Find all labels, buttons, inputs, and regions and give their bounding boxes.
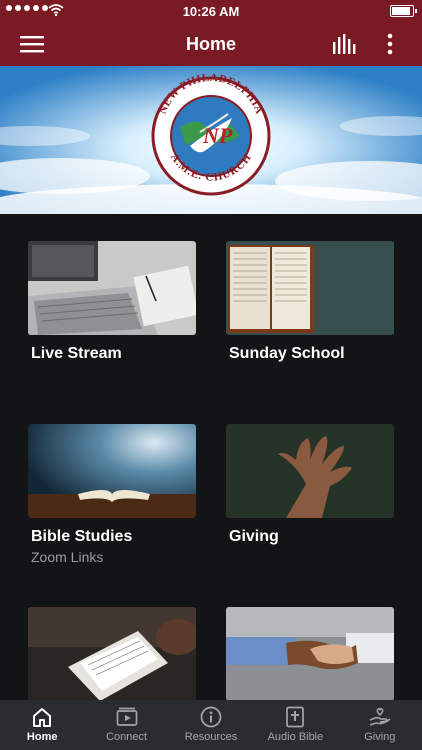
tile-giving[interactable]: Giving xyxy=(226,424,394,546)
tab-home[interactable]: Home xyxy=(0,700,84,750)
tile-handshake[interactable] xyxy=(226,607,394,711)
tab-connect[interactable]: Connect xyxy=(84,700,168,750)
battery-icon xyxy=(390,5,417,17)
tile-sunday-school[interactable]: Sunday School xyxy=(226,241,394,363)
tile-label: Bible Studies xyxy=(31,528,133,545)
tile-bible-reading[interactable] xyxy=(28,607,196,711)
glowing-book-photo xyxy=(28,424,196,518)
tile-live-stream[interactable]: Live Stream xyxy=(28,241,196,363)
stats-button[interactable] xyxy=(322,22,366,66)
handshake-photo xyxy=(226,607,394,701)
open-hand-photo xyxy=(226,424,394,518)
tab-label: Audio Bible xyxy=(267,731,324,743)
tab-label: Connect xyxy=(106,731,148,743)
open-bible-photo xyxy=(226,241,394,335)
info-icon xyxy=(200,706,222,728)
content-grid: Live Stream Sunday School Bible Studies … xyxy=(0,214,422,701)
tile-sublabel: Zoom Links xyxy=(31,549,104,565)
bar-chart-icon xyxy=(333,34,356,54)
bible-reading-photo xyxy=(28,607,196,701)
logo-monogram: NP xyxy=(202,123,233,148)
tab-audio-bible[interactable]: Audio Bible xyxy=(253,700,337,750)
tile-label: Giving xyxy=(229,528,279,545)
tab-resources[interactable]: Resources xyxy=(169,700,253,750)
more-vertical-icon xyxy=(387,33,393,55)
tab-label: Giving xyxy=(364,731,396,743)
tile-bible-studies[interactable]: Bible Studies Zoom Links xyxy=(28,424,196,565)
status-time: 10:26 AM xyxy=(182,4,240,19)
tab-giving[interactable]: Giving xyxy=(338,700,422,750)
video-icon xyxy=(116,707,137,726)
home-icon xyxy=(33,708,52,727)
bottom-tab-bar: Home Connect Resources Audio Bible Givin… xyxy=(0,700,422,750)
bible-icon xyxy=(286,706,305,728)
laptop-photo xyxy=(28,241,196,335)
app-bar: Home xyxy=(0,22,422,66)
tile-label: Sunday School xyxy=(229,345,345,362)
tile-label: Live Stream xyxy=(31,345,122,362)
giving-hand-icon xyxy=(369,707,391,726)
church-banner: NP NEW PHILADELPHIA A.M.E. CHURCH xyxy=(0,66,422,214)
tab-label: Home xyxy=(26,731,58,743)
sky-background: NP NEW PHILADELPHIA A.M.E. CHURCH xyxy=(0,66,422,214)
status-bar: 10:26 AM xyxy=(0,0,422,22)
tab-label: Resources xyxy=(184,731,238,743)
battery-fill xyxy=(392,7,410,15)
more-options-button[interactable] xyxy=(368,22,412,66)
